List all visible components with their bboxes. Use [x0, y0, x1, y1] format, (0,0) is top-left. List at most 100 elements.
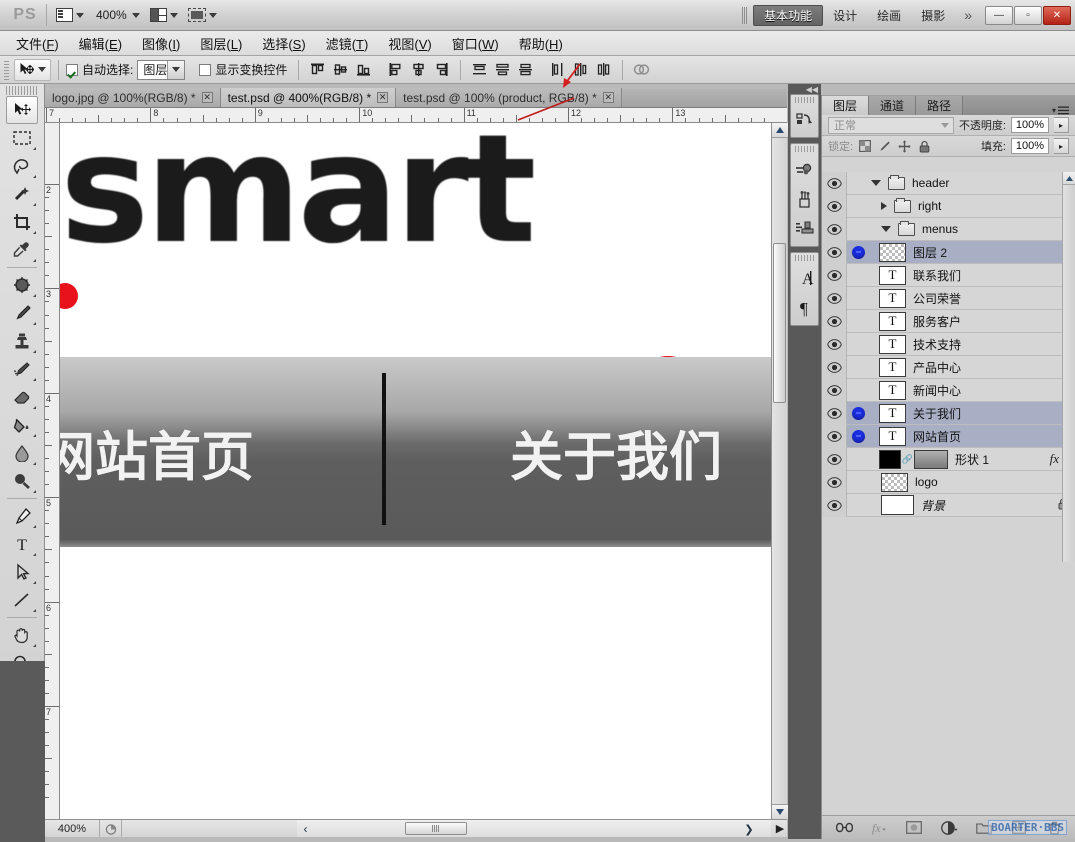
- rail-grip[interactable]: [795, 97, 814, 103]
- distribute-vertical-centers-button[interactable]: [492, 59, 513, 80]
- layer-name[interactable]: 技术支持: [906, 336, 1075, 353]
- layer-scroll-up-button[interactable]: [1063, 172, 1075, 185]
- opacity-stepper[interactable]: ▸: [1054, 117, 1069, 133]
- layer-visibility-toggle[interactable]: [822, 286, 847, 310]
- align-right-edges-button[interactable]: [431, 59, 452, 80]
- workspace-tab-design[interactable]: 设计: [823, 5, 867, 26]
- layer-link-indicator[interactable]: [847, 245, 869, 259]
- layer-row[interactable]: T 新闻中心: [822, 378, 1075, 402]
- layer-name[interactable]: 形状 1: [948, 451, 1050, 468]
- layer-name[interactable]: 背景: [914, 497, 1058, 514]
- layer-name[interactable]: 图层 2: [906, 244, 1075, 261]
- layer-list-scrollbar[interactable]: [1062, 172, 1075, 562]
- workspace-tab-essentials[interactable]: 基本功能: [753, 4, 824, 26]
- document-tab-test-psd-400[interactable]: test.psd @ 400%(RGB/8) * ✕: [220, 88, 397, 107]
- workspace-tab-photography[interactable]: 摄影: [911, 5, 955, 26]
- styles-panel-icon[interactable]: [791, 214, 818, 244]
- menu-image[interactable]: 图像(I): [132, 31, 190, 56]
- magic-wand-tool[interactable]: [6, 180, 38, 208]
- fill-stepper[interactable]: ▸: [1054, 138, 1069, 154]
- menu-help[interactable]: 帮助(H): [509, 31, 573, 56]
- close-button[interactable]: ✕: [1043, 5, 1071, 25]
- status-menu-arrow[interactable]: ▶: [773, 822, 787, 835]
- screen-mode-button[interactable]: [51, 3, 89, 27]
- move-tool[interactable]: [6, 96, 38, 124]
- layer-name[interactable]: logo: [908, 475, 1075, 489]
- rail-grip[interactable]: [795, 255, 814, 261]
- workspace-more-button[interactable]: »: [955, 7, 979, 23]
- vertical-ruler[interactable]: 2 3 4 5 6 7: [45, 123, 60, 819]
- collapse-panels-button[interactable]: ◀◀: [788, 84, 821, 94]
- tools-panel-grip[interactable]: [6, 86, 38, 95]
- crop-tool[interactable]: [6, 208, 38, 236]
- character-panel-icon[interactable]: A: [791, 263, 818, 293]
- lock-transparent-pixels-icon[interactable]: [858, 140, 871, 153]
- text-layer-thumbnail[interactable]: T: [879, 265, 906, 285]
- layer-name[interactable]: 网站首页: [906, 428, 1075, 445]
- layer-thumbnail[interactable]: [879, 242, 906, 262]
- lock-image-pixels-icon[interactable]: [878, 140, 891, 153]
- tab-paths[interactable]: 路径: [916, 96, 964, 115]
- link-layers-icon[interactable]: [835, 819, 853, 837]
- eraser-tool[interactable]: [6, 383, 38, 411]
- auto-align-layers-button[interactable]: [631, 59, 652, 80]
- panel-menu-button[interactable]: ▾: [1046, 106, 1075, 115]
- layer-row[interactable]: menus: [822, 217, 1075, 241]
- group-collapse-triangle[interactable]: [881, 226, 891, 232]
- layer-visibility-toggle[interactable]: [822, 355, 847, 379]
- group-expand-triangle[interactable]: [881, 202, 887, 210]
- layer-visibility-toggle[interactable]: [822, 470, 847, 494]
- layer-name[interactable]: 联系我们: [906, 267, 1075, 284]
- text-layer-thumbnail[interactable]: T: [879, 380, 906, 400]
- history-brush-tool[interactable]: [6, 355, 38, 383]
- text-layer-thumbnail[interactable]: T: [879, 334, 906, 354]
- menu-select[interactable]: 选择(S): [252, 31, 315, 56]
- lock-position-icon[interactable]: [898, 139, 911, 153]
- minimize-button[interactable]: —: [985, 5, 1013, 25]
- lock-all-icon[interactable]: [918, 140, 931, 153]
- layer-visibility-toggle[interactable]: [822, 447, 847, 471]
- layer-visibility-toggle[interactable]: [822, 263, 847, 287]
- paint-bucket-tool[interactable]: [6, 411, 38, 439]
- layer-thumbnail[interactable]: [881, 472, 908, 492]
- layer-row[interactable]: header: [822, 171, 1075, 195]
- rail-grip[interactable]: [795, 146, 814, 152]
- horizontal-type-tool[interactable]: T: [6, 530, 38, 558]
- menu-filter[interactable]: 滤镜(T): [316, 31, 379, 56]
- spot-healing-brush-tool[interactable]: [6, 271, 38, 299]
- layer-row[interactable]: right: [822, 194, 1075, 218]
- close-icon[interactable]: ✕: [602, 92, 614, 103]
- layer-visibility-toggle[interactable]: [822, 378, 847, 402]
- layer-visibility-toggle[interactable]: [822, 217, 847, 241]
- menu-file[interactable]: 文件(F): [6, 31, 69, 56]
- layer-row[interactable]: T 技术支持: [822, 332, 1075, 356]
- blur-tool[interactable]: [6, 439, 38, 467]
- status-zoom-field[interactable]: 400%: [45, 820, 100, 837]
- layer-row[interactable]: T 公司荣誉: [822, 286, 1075, 310]
- layer-name[interactable]: header: [905, 176, 1075, 190]
- zoom-level-dropdown[interactable]: 400%: [89, 3, 145, 27]
- workspace-tab-painting[interactable]: 绘画: [867, 5, 911, 26]
- layer-visibility-toggle[interactable]: [822, 194, 847, 218]
- layer-visibility-toggle[interactable]: [822, 332, 847, 356]
- distribute-bottom-edges-button[interactable]: [515, 59, 536, 80]
- text-layer-thumbnail[interactable]: T: [879, 288, 906, 308]
- distribute-top-edges-button[interactable]: [469, 59, 490, 80]
- close-icon[interactable]: ✕: [377, 92, 389, 103]
- layer-name[interactable]: 产品中心: [906, 359, 1075, 376]
- adjustments-panel-icon[interactable]: [791, 154, 818, 184]
- add-layer-mask-icon[interactable]: [905, 819, 923, 837]
- align-horizontal-centers-button[interactable]: [408, 59, 429, 80]
- group-collapse-triangle[interactable]: [871, 180, 881, 186]
- text-layer-thumbnail[interactable]: T: [879, 403, 906, 423]
- text-layer-thumbnail[interactable]: T: [879, 311, 906, 331]
- line-tool[interactable]: [6, 586, 38, 614]
- close-icon[interactable]: ✕: [201, 92, 213, 103]
- maximize-button[interactable]: ▫: [1014, 5, 1042, 25]
- layer-row[interactable]: T 服务客户: [822, 309, 1075, 333]
- layer-visibility-toggle[interactable]: [822, 240, 847, 264]
- auto-select-checkbox[interactable]: [66, 63, 78, 76]
- show-transform-controls-checkbox[interactable]: [199, 63, 212, 76]
- tab-layers[interactable]: 图层: [822, 96, 870, 115]
- brush-tool[interactable]: [6, 299, 38, 327]
